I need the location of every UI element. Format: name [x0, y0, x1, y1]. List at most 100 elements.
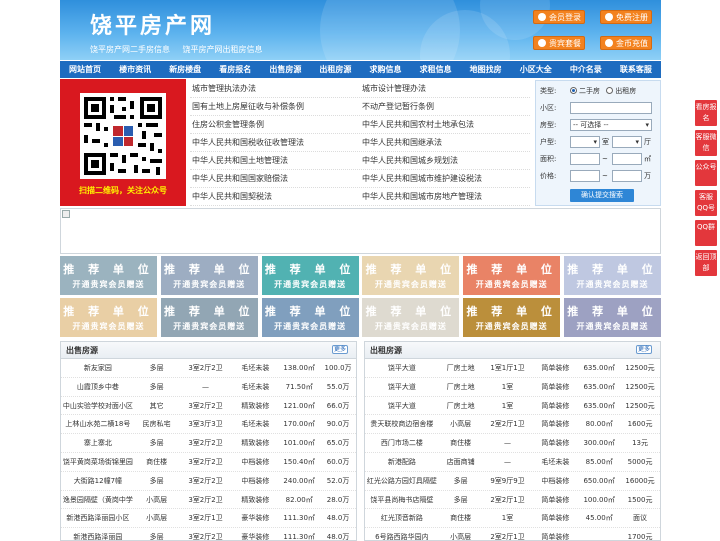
float-service-qq[interactable]: 客服QQ号 — [695, 190, 717, 216]
table-row[interactable]: 饶平县尚梅书店隔壁 多层 2室2厅1卫 简单装修 100.00㎡ 1500元 — [365, 491, 660, 510]
nav-new-homes[interactable]: 新房楼盘 — [160, 61, 210, 78]
table-row[interactable]: 红光顶音新路 商住楼 1室 简单装修 45.00㎡ 面议 — [365, 509, 660, 529]
table-cell[interactable]: 大街路12幢7幢 — [61, 472, 135, 490]
table-row[interactable]: 饶平大道 厂房土地 1室 简单装修 635.00㎡ 12500元 — [365, 378, 660, 397]
recommend-tile[interactable]: 推 荐 单 位开通贵宾会员赠送 — [160, 298, 258, 337]
float-official-account[interactable]: 公众号 — [695, 160, 717, 186]
nav-want-rent[interactable]: 求租信息 — [411, 61, 461, 78]
recommend-tile[interactable]: 推 荐 单 位开通贵宾会员赠送 — [564, 256, 661, 295]
vip-package-button[interactable]: 贵宾套餐 — [533, 36, 585, 50]
nav-agents[interactable]: 中介名录 — [561, 61, 611, 78]
table-cell[interactable]: 中山实验学校对面小区 — [61, 397, 135, 415]
nav-news[interactable]: 楼市资讯 — [110, 61, 160, 78]
free-register-button[interactable]: 免费注册 — [600, 10, 652, 24]
recommend-tile[interactable]: 推 荐 单 位开通贵宾会员赠送 — [463, 298, 561, 337]
subtitle-sale[interactable]: 饶平房产网二手房信息 — [90, 45, 170, 54]
table-row[interactable]: 新港西路泽丽园 多层 3室2厅2卫 豪华装修 111.30㎡ 48.0万 — [61, 528, 356, 540]
policy-link[interactable]: 中华人民共和国城市房地产管理法 — [360, 188, 530, 205]
recommend-tile[interactable]: 推 荐 单 位开通贵宾会员赠送 — [261, 256, 359, 295]
table-cell[interactable]: 逸景园隔壁（黄岗中学 — [61, 491, 135, 509]
policy-link[interactable]: 中华人民共和国继承法 — [360, 134, 530, 151]
community-input[interactable] — [570, 102, 652, 114]
table-cell[interactable]: 红光顶音新路 — [365, 509, 439, 527]
table-cell[interactable]: 上林山水苑二横18号 — [61, 415, 135, 433]
sale-more-button[interactable]: 更多 — [332, 345, 348, 354]
table-cell[interactable]: 新港西路泽丽园小区 — [61, 509, 135, 527]
area-max-input[interactable] — [612, 153, 642, 165]
policy-link[interactable]: 中华人民共和国城乡规划法 — [360, 152, 530, 169]
table-row[interactable]: 新港西路泽丽园小区 小高层 3室2厅1卫 豪华装修 111.30㎡ 48.0万 — [61, 509, 356, 529]
recommend-tile[interactable]: 推 荐 单 位开通贵宾会员赠送 — [564, 298, 661, 337]
radio-secondhand-label[interactable]: 二手房 — [579, 87, 600, 95]
price-min-input[interactable] — [570, 170, 600, 182]
table-cell[interactable]: 饶平黄岗菜场街锦里园 — [61, 453, 135, 471]
nav-contact[interactable]: 联系客服 — [611, 61, 661, 78]
hall-select[interactable]: ▾ — [612, 136, 642, 148]
table-row[interactable]: 新港配路 店面商铺 — 毛坯未装 85.00㎡ 5000元 — [365, 453, 660, 472]
policy-link[interactable]: 住房公积金管理条例 — [190, 116, 360, 133]
recommend-tile[interactable]: 推 荐 单 位开通贵宾会员赠送 — [463, 256, 561, 295]
policy-link[interactable]: 中华人民共和国税收征收管理法 — [190, 134, 360, 151]
nav-for-rent[interactable]: 出租房源 — [310, 61, 360, 78]
policy-link[interactable]: 不动产登记暂行条例 — [360, 98, 530, 115]
policy-link[interactable]: 中华人民共和国农村土地承包法 — [360, 116, 530, 133]
table-row[interactable]: 西门市场二楼 商住楼 — 简单装修 300.00㎡ 13元 — [365, 434, 660, 453]
table-cell[interactable]: 饶平大道 — [365, 397, 439, 415]
price-max-input[interactable] — [612, 170, 642, 182]
nav-for-sale[interactable]: 出售房源 — [260, 61, 310, 78]
policy-link[interactable]: 中华人民共和国国家赔偿法 — [190, 170, 360, 187]
table-row[interactable]: 寨上寨北 多层 3室2厅2卫 精致装修 101.00㎡ 65.0万 — [61, 434, 356, 453]
table-cell[interactable]: 6号路西路华园内 — [365, 528, 439, 540]
ad-banner[interactable] — [60, 208, 661, 254]
recommend-tile[interactable]: 推 荐 单 位开通贵宾会员赠送 — [362, 298, 460, 337]
search-submit-button[interactable]: 确认提交搜索 — [570, 189, 634, 202]
table-cell[interactable]: 贵天联校商边宿舍楼 — [365, 415, 439, 433]
table-row[interactable]: 红光公路方园灯具隔壁 多层 9室9厅9卫 中档装修 650.00㎡ 16000元 — [365, 472, 660, 491]
table-row[interactable]: 饶平大道 厂房土地 1室 简单装修 635.00㎡ 12500元 — [365, 397, 660, 416]
room-select[interactable]: ▾ — [570, 136, 600, 148]
table-cell[interactable]: 寨上寨北 — [61, 434, 135, 452]
recommend-tile[interactable]: 推 荐 单 位开通贵宾会员赠送 — [60, 256, 157, 295]
table-row[interactable]: 6号路西路华园内 小高层 2室2厅1卫 简单装修 1700元 — [365, 528, 660, 540]
policy-link[interactable]: 中华人民共和国城市维护建设税法 — [360, 170, 530, 187]
radio-rental-label[interactable]: 出租房 — [615, 87, 636, 95]
table-cell[interactable]: 饶平大道 — [365, 378, 439, 396]
float-qq-group[interactable]: QQ群 — [695, 220, 717, 246]
table-cell[interactable]: 红光公路方园灯具隔壁 — [365, 472, 439, 490]
table-row[interactable]: 贵天联校商边宿舍楼 小高层 2室2厅1卫 简单装修 80.00㎡ 1600元 — [365, 415, 660, 435]
site-logo-title[interactable]: 饶平房产网 — [90, 8, 215, 40]
table-cell[interactable]: 新友家园 — [61, 359, 135, 377]
nav-home[interactable]: 网站首页 — [60, 61, 110, 78]
table-row[interactable]: 中山实验学校对面小区 其它 3室2厅2卫 精致装修 121.00㎡ 66.0万 — [61, 397, 356, 416]
table-row[interactable]: 新友家园 多层 3室2厅2卫 毛坯未装 138.00㎡ 100.0万 — [61, 359, 356, 378]
float-service-wechat[interactable]: 客服微信 — [695, 130, 717, 156]
table-row[interactable]: 大街路12幢7幢 多层 3室2厅2卫 中档装修 240.00㎡ 52.0万 — [61, 472, 356, 491]
table-cell[interactable]: 饶平县尚梅书店隔壁 — [365, 491, 439, 509]
table-cell[interactable]: 饶平大道 — [365, 359, 439, 377]
subtitle-rent[interactable]: 饶平房产网出租房信息 — [183, 45, 263, 54]
policy-link[interactable]: 中华人民共和国契税法 — [190, 188, 360, 205]
nav-viewing-signup[interactable]: 看房报名 — [210, 61, 260, 78]
nav-communities[interactable]: 小区大全 — [511, 61, 561, 78]
policy-link[interactable]: 国有土地上房屋征收与补偿条例 — [190, 98, 360, 115]
table-row[interactable]: 山霞顶乡中巷 多层 — 毛坯未装 71.50㎡ 55.0万 — [61, 378, 356, 397]
coin-recharge-button[interactable]: 金币充值 — [600, 36, 652, 50]
policy-link[interactable]: 城市设计管理办法 — [360, 80, 530, 97]
table-row[interactable]: 饶平大道 厂房土地 1室1厅1卫 简单装修 635.00㎡ 12500元 — [365, 359, 660, 378]
area-min-input[interactable] — [570, 153, 600, 165]
float-back-to-top[interactable]: 返回顶部 — [695, 250, 717, 276]
table-cell[interactable]: 新港配路 — [365, 453, 439, 471]
house-type-select[interactable]: -- 可选择 -- ▾ — [570, 119, 652, 131]
float-viewing-signup[interactable]: 看房报名 — [695, 100, 717, 126]
policy-link[interactable]: 城市管理执法办法 — [190, 80, 360, 97]
member-login-button[interactable]: 会员登录 — [533, 10, 585, 24]
rent-more-button[interactable]: 更多 — [636, 345, 652, 354]
nav-want-buy[interactable]: 求购信息 — [360, 61, 410, 78]
table-cell[interactable]: 西门市场二楼 — [365, 434, 439, 452]
recommend-tile[interactable]: 推 荐 单 位开通贵宾会员赠送 — [160, 256, 258, 295]
recommend-tile[interactable]: 推 荐 单 位开通贵宾会员赠送 — [362, 256, 460, 295]
table-cell[interactable]: 山霞顶乡中巷 — [61, 378, 135, 396]
table-cell[interactable]: 新港西路泽丽园 — [61, 528, 135, 540]
recommend-tile[interactable]: 推 荐 单 位开通贵宾会员赠送 — [60, 298, 157, 337]
table-row[interactable]: 上林山水苑二横18号 民房私宅 3室3厅3卫 毛坯未装 170.00㎡ 90.0万 — [61, 415, 356, 435]
